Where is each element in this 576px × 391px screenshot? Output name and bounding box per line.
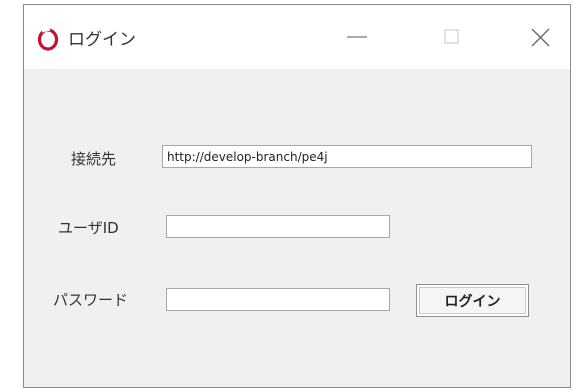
title-bar: ログイン [24,5,570,69]
app-logo-icon [36,27,60,51]
maximize-icon [444,29,459,44]
minimize-icon [347,36,367,38]
server-url-input[interactable] [162,145,532,168]
server-label: 接続先 [71,150,117,168]
close-icon [531,28,550,47]
close-button[interactable] [521,21,561,53]
window-title: ログイン [68,30,136,50]
minimize-button[interactable] [337,21,377,53]
password-input[interactable] [166,288,390,311]
maximize-button [431,21,471,53]
login-button[interactable]: ログイン [416,284,529,317]
password-label: パスワード [53,291,129,309]
login-window: ログイン 接続先 ユーザID パスワード ログイン [23,4,571,388]
user-id-label: ユーザID [58,219,119,237]
user-id-input[interactable] [166,215,390,238]
